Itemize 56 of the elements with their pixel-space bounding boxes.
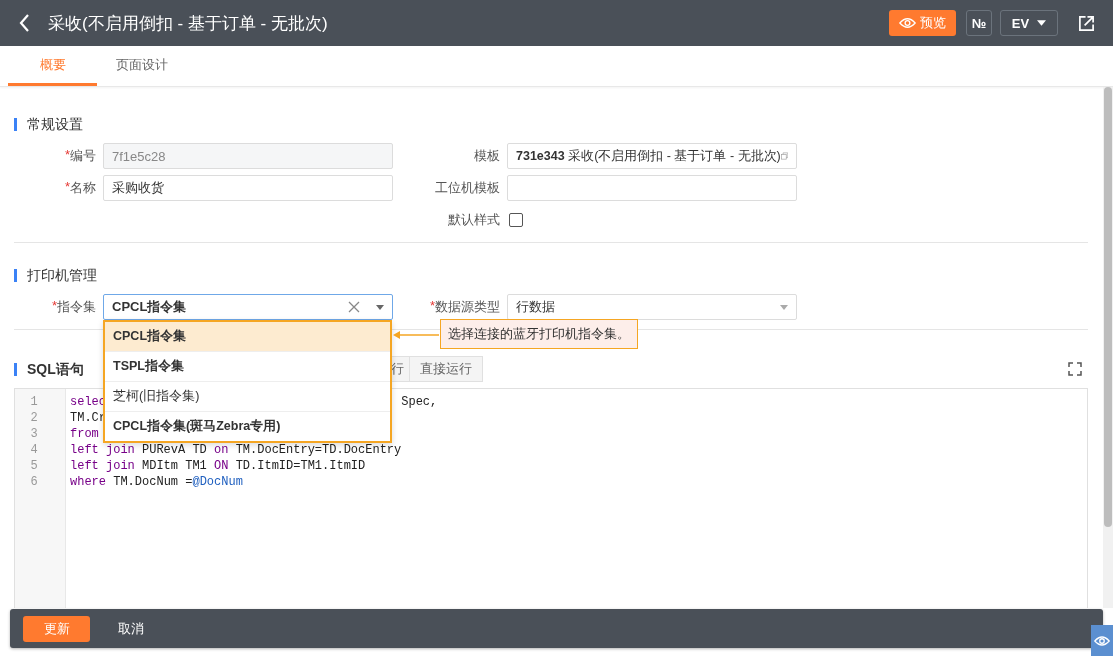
field-label: 默认样式 [447,211,500,229]
field-label: 工位机模板 [434,179,500,197]
line-number: 1 [29,394,39,410]
clear-icon[interactable] [348,301,360,313]
fullscreen-icon[interactable] [1068,362,1082,376]
back-icon[interactable] [18,13,30,33]
line-number: 3 [29,426,39,442]
caret-icon [1037,20,1047,26]
view-toggle[interactable] [1091,625,1113,656]
field-label: 数据源类型 [435,298,500,316]
line-number: 6 [29,474,39,490]
text-field[interactable]: 采购收货 [103,175,393,201]
dropdown-option[interactable]: TSPL指令集 [105,351,390,381]
toolbar-button[interactable]: 直接运行 [408,356,483,382]
cancel-button[interactable]: 取消 [102,618,160,639]
field-label: 编号 [70,147,96,165]
window-title: 采收(不启用倒扣 - 基于订单 - 无批次) [48,12,328,35]
tab[interactable]: 页面设计 [97,46,186,86]
code-text: left join PURevA TD on TM.DocEntry=TD.DocEntry [70,442,402,458]
caret-icon [780,304,788,310]
export-icon[interactable] [1078,14,1095,32]
code-text: left join MDItm TM1 ON TD.ItmID=TM1.ItmID [70,458,366,474]
line-number: 5 [29,458,39,474]
required-mark: * [51,298,57,315]
code-text: where TM.DocNum =@DocNum [70,474,243,490]
select-field[interactable]: CPCL指令集 [103,294,393,320]
code-text: TM.Cr [70,410,106,426]
select-field[interactable]: 行数据 [507,294,797,320]
line-number: 2 [29,410,39,426]
dropdown-option[interactable]: CPCL指令集 [105,322,390,351]
field-label: 模板 [473,147,500,165]
required-mark: * [64,147,70,164]
section-title: 常规设置 [14,118,1088,131]
section-title: 打印机管理 [14,269,1088,282]
caret-icon [376,304,384,310]
text-field[interactable] [507,175,797,201]
field-label: 指令集 [57,298,96,316]
required-mark: * [64,179,70,196]
checkbox[interactable] [509,213,523,227]
section-title: SQL语句 [14,362,84,376]
scrollbar[interactable] [1103,87,1113,608]
leader-arrow [393,331,439,339]
code-text: from [70,426,99,442]
tooltip: 选择连接的蓝牙打印机指令集。 [440,319,638,349]
number-button[interactable]: № [966,10,992,36]
code-text: Spec, [401,394,438,410]
template-field[interactable]: 731e343 采收(不启用倒扣 - 基于订单 - 无批次) [507,143,797,169]
copy-icon[interactable] [780,149,788,163]
dropdown-option[interactable]: CPCL指令集(斑马Zebra专用) [105,411,390,441]
field-label: 名称 [70,179,96,197]
language-button[interactable]: EV [1000,10,1058,36]
required-mark: * [429,298,435,315]
eye-icon [1094,634,1110,647]
dropdown-option[interactable]: 芝柯(旧指令集) [105,381,390,411]
line-number: 4 [29,442,39,458]
eye-icon [899,17,916,29]
